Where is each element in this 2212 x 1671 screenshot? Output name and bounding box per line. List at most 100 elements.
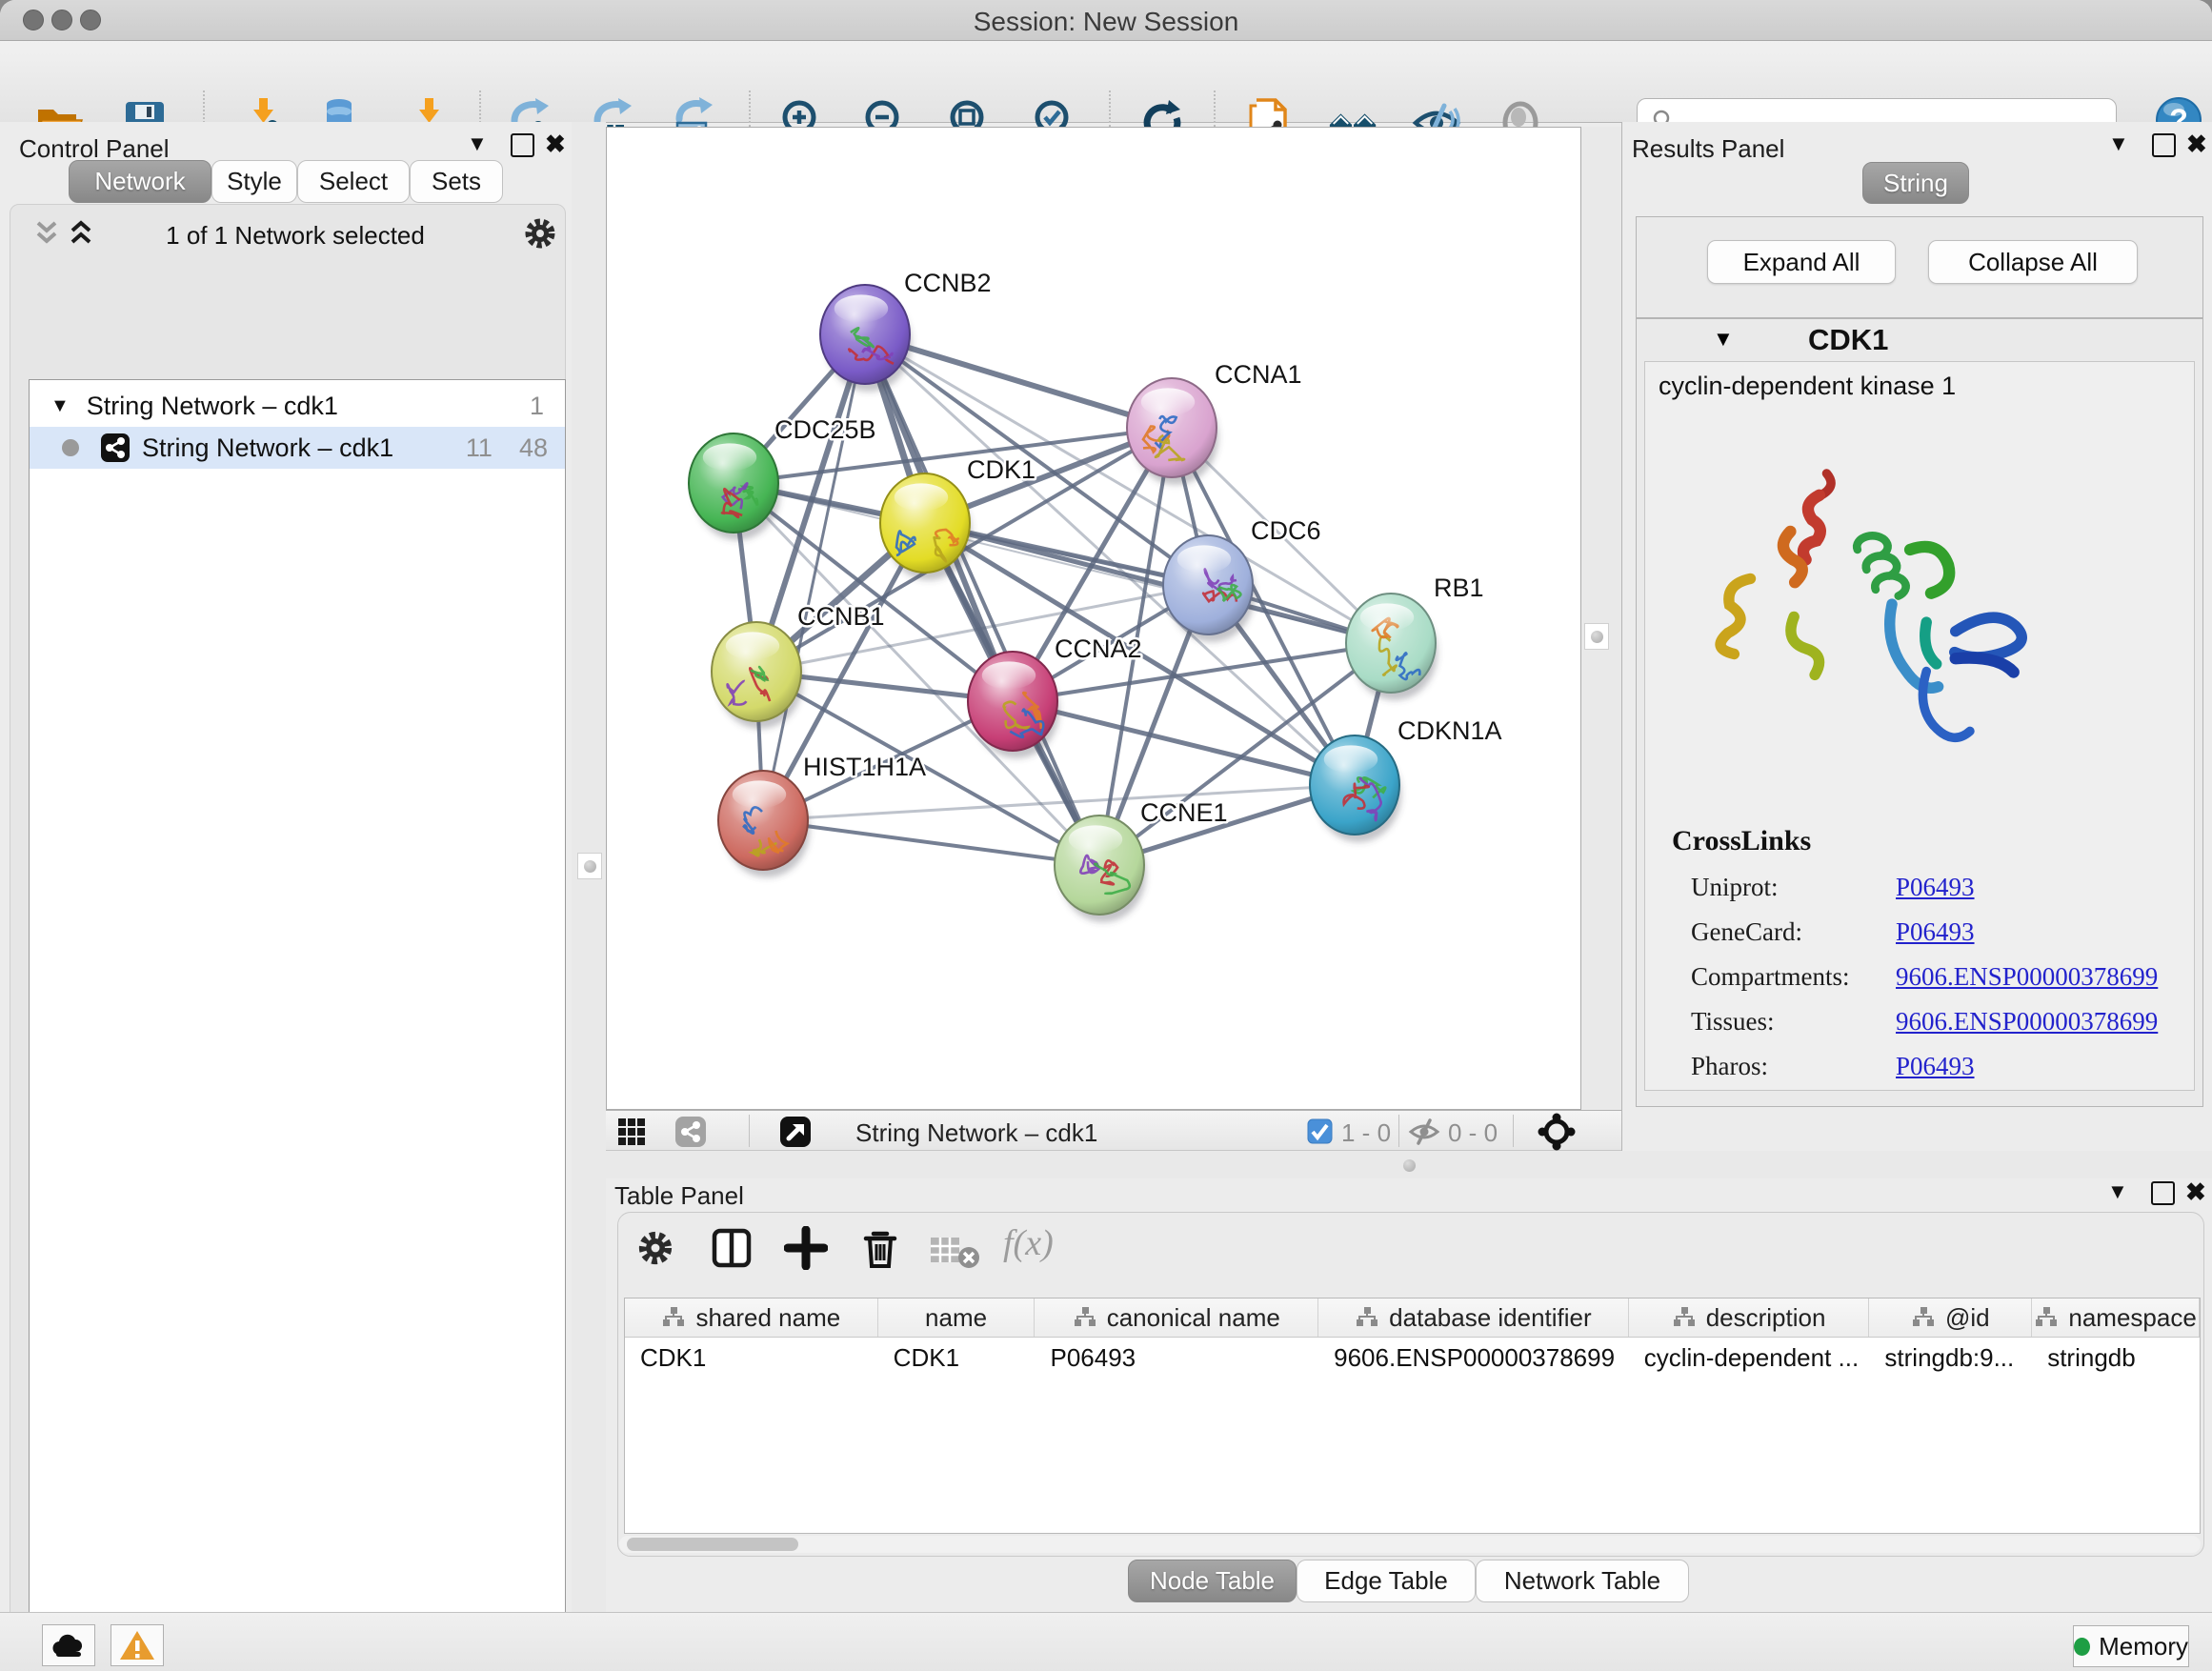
crosslink-value-link[interactable]: P06493 [1896,873,1975,902]
result-gene-name: CDK1 [1808,323,1888,357]
network-node-HIST1H1A[interactable] [718,771,810,877]
double-chevron-down-icon [32,217,61,248]
collapse-all-button[interactable]: Collapse All [1928,240,2138,284]
column-type-icon [661,1306,686,1329]
tab-style[interactable]: Style [211,160,297,203]
network-row-selected[interactable]: String Network – cdk1 11 48 [30,427,565,469]
results-panel-collapse-button[interactable]: ▼ [2108,131,2129,156]
network-view-mode-button[interactable] [674,1116,707,1148]
show-columns-button[interactable] [710,1226,754,1270]
table-cell[interactable]: stringdb [2032,1338,2200,1378]
memory-button[interactable]: Memory [2073,1625,2189,1667]
network-edge-CCNB2-CCNE1[interactable] [865,334,1099,865]
network-canvas[interactable]: CCNB2CCNA1CDC25BCDK1CDC6RB1CCNB1CCNA2CDK… [606,127,1581,1110]
columns-icon [710,1226,754,1270]
bottom-splitter[interactable] [606,1151,2212,1178]
pan-mode-button[interactable] [1538,1113,1576,1151]
birds-eye-view-button[interactable] [779,1116,812,1148]
column-header-namespace[interactable]: namespace [2032,1299,2200,1337]
network-node-CCNA1[interactable] [1127,378,1218,485]
crosslink-value-link[interactable]: 9606.ENSP00000378699 [1896,1007,2158,1037]
trash-icon [858,1226,902,1270]
main-toolbar: ? [0,41,2212,123]
network-node-CCNE1[interactable] [1055,815,1146,922]
network-edge-HIST1H1A-CCNE1[interactable] [763,820,1099,865]
warnings-button[interactable] [111,1624,164,1666]
column-header-name[interactable]: name [878,1299,1036,1337]
table-row[interactable]: CDK1CDK1P064939606.ENSP00000378699cyclin… [625,1338,2200,1378]
network-options-button[interactable] [522,215,558,252]
tab-select[interactable]: Select [297,160,410,203]
column-header-database-identifier[interactable]: database identifier [1318,1299,1629,1337]
table-cell[interactable]: stringdb:9... [1869,1338,2032,1378]
crosslink-label: Tissues: [1691,1007,1896,1037]
tab-node-table[interactable]: Node Table [1128,1560,1297,1602]
right-splitter-handle[interactable] [1584,623,1609,650]
crosshair-icon [1538,1113,1576,1151]
delete-columns-button[interactable] [858,1226,902,1270]
results-panel-close-button[interactable]: ✖ [2186,130,2207,159]
left-splitter-handle[interactable] [577,853,602,879]
function-builder-button[interactable]: f(x) [1003,1222,1054,1264]
control-panel-float-button[interactable] [511,133,534,157]
column-header-shared-name[interactable]: shared name [625,1299,878,1337]
expand-all-button[interactable]: Expand All [1707,240,1896,284]
result-expander-icon[interactable]: ▼ [1713,327,1734,352]
network-node-RB1[interactable] [1346,594,1438,700]
crosslink-row: Tissues:9606.ENSP00000378699 [1691,999,2186,1044]
table-panel-float-button[interactable] [2151,1181,2175,1205]
network-node-label-CDK1: CDK1 [967,455,1036,484]
hidden-elements-button[interactable] [1408,1117,1440,1146]
network-node-CDC25B[interactable] [689,433,780,540]
network-node-CDKN1A[interactable] [1310,735,1401,842]
table-cell[interactable]: CDK1 [625,1338,878,1378]
network-collection-row[interactable]: ▼ String Network – cdk1 1 [30,385,565,427]
network-edge-CCNB2-HIST1H1A[interactable] [763,334,865,820]
table-cell[interactable]: P06493 [1035,1338,1318,1378]
crosslink-value-link[interactable]: 9606.ENSP00000378699 [1896,962,2158,992]
table-cell[interactable]: 9606.ENSP00000378699 [1318,1338,1629,1378]
grid-view-button[interactable] [617,1117,646,1146]
control-panel-collapse-button[interactable]: ▼ [467,131,488,156]
table-cell[interactable]: CDK1 [878,1338,1036,1378]
network-view-title: String Network – cdk1 [855,1118,1097,1148]
horizontal-scrollbar-thumb[interactable] [627,1538,798,1551]
column-header--id[interactable]: @id [1869,1299,2032,1337]
cloud-status-button[interactable] [42,1624,95,1666]
crosslink-value-link[interactable]: P06493 [1896,1052,1975,1081]
tab-sets[interactable]: Sets [410,160,503,203]
control-panel-close-button[interactable]: ✖ [545,130,566,159]
table-cell[interactable]: cyclin-dependent ... [1629,1338,1870,1378]
horizontal-scrollbar-track[interactable] [619,1536,2201,1553]
delete-table-button[interactable] [929,1232,980,1270]
gear-icon [635,1228,675,1268]
network-node-CDK1[interactable] [880,473,972,580]
column-header-canonical-name[interactable]: canonical name [1035,1299,1318,1337]
network-node-label-CCNB1: CCNB1 [797,602,885,631]
statusbar-separator [1513,1115,1514,1147]
tab-edge-table[interactable]: Edge Table [1297,1560,1476,1602]
tab-network-table[interactable]: Network Table [1476,1560,1689,1602]
network-node-CCNB2[interactable] [820,285,912,392]
bottom-splitter-handle[interactable] [1397,1155,1421,1176]
table-panel-collapse-button[interactable]: ▼ [2107,1179,2128,1204]
table-panel-close-button[interactable]: ✖ [2185,1178,2206,1207]
network-node-CDC6[interactable] [1163,535,1255,642]
left-splitter[interactable] [572,122,606,1612]
right-splitter[interactable] [1581,127,1621,1151]
create-column-button[interactable] [784,1226,828,1270]
column-header-description[interactable]: description [1629,1299,1870,1337]
network-node-label-CDC25B: CDC25B [774,415,876,444]
selected-nodes-checkbox[interactable] [1307,1118,1333,1144]
collection-count: 1 [530,392,544,421]
collapse-all-networks-button[interactable] [32,217,61,248]
crosslink-value-link[interactable]: P06493 [1896,917,1975,947]
tab-string[interactable]: String [1862,162,1969,204]
column-type-icon [1073,1306,1097,1329]
network-node-CCNB1[interactable] [712,622,803,729]
expand-all-networks-button[interactable] [67,217,95,248]
results-panel-float-button[interactable] [2152,133,2176,157]
table-options-button[interactable] [635,1228,675,1268]
tab-network[interactable]: Network [69,160,211,203]
collection-expander-icon[interactable]: ▼ [50,395,70,417]
